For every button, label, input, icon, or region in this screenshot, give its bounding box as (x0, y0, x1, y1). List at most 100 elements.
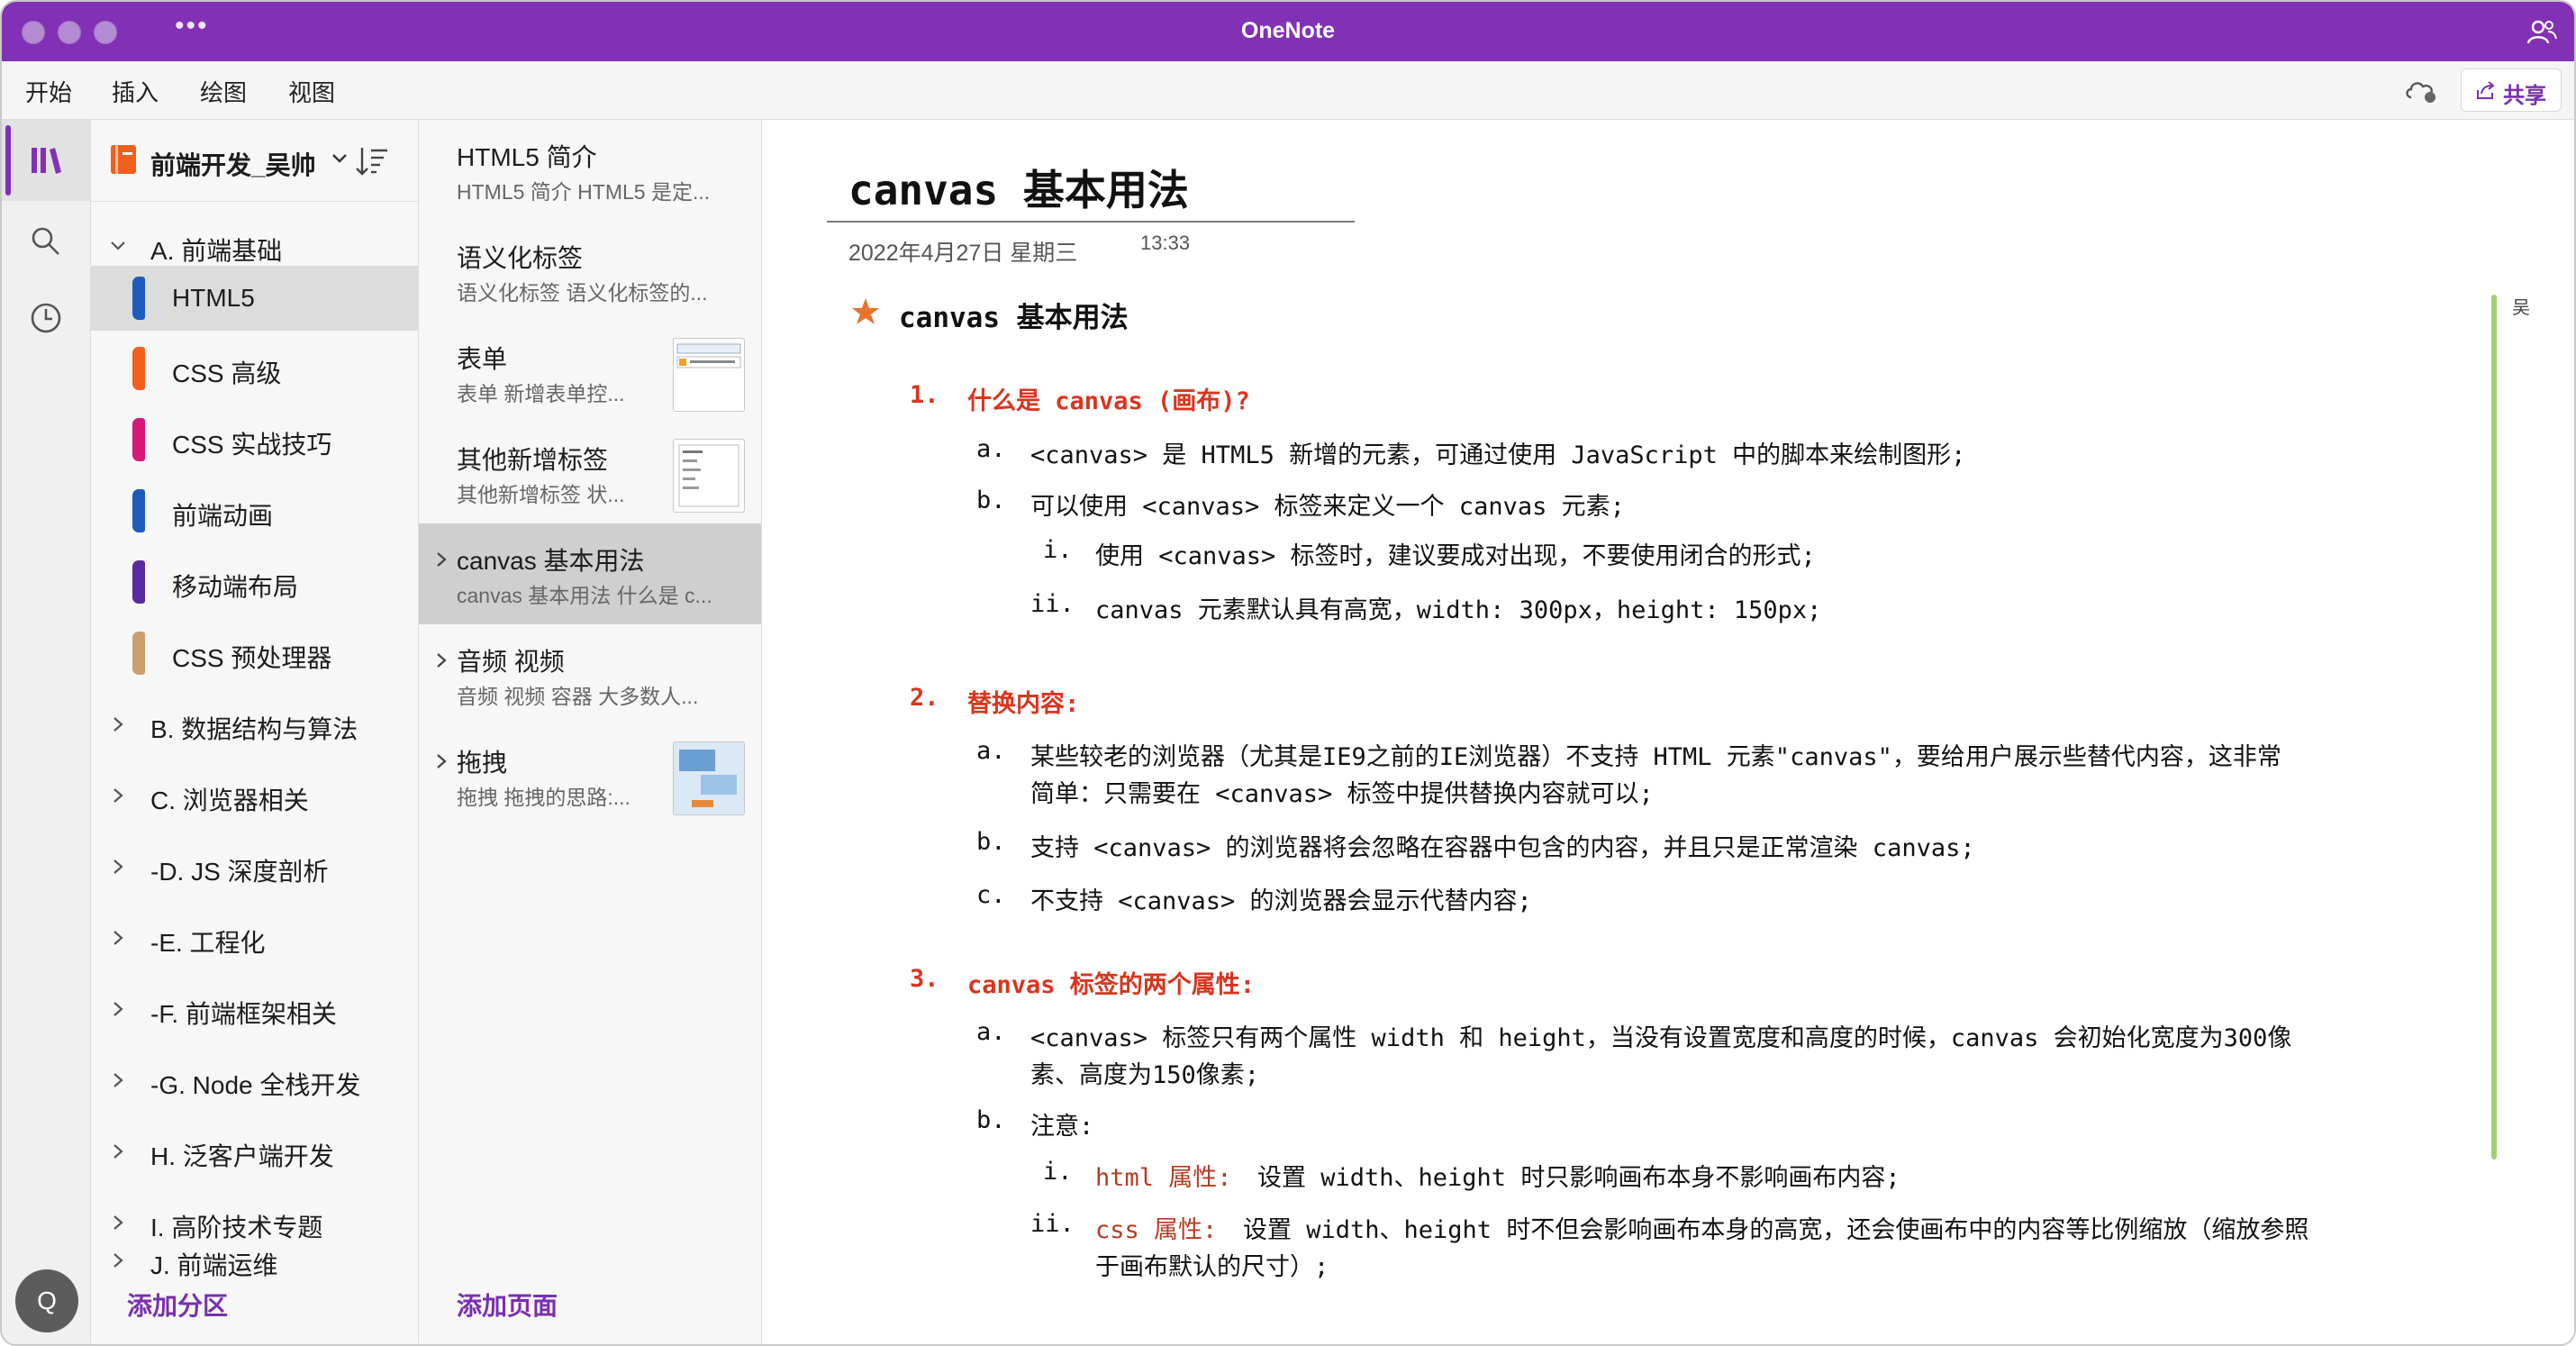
tab-home[interactable]: 开始 (25, 75, 72, 108)
section-group-label: J. 前端运维 (150, 1251, 278, 1279)
chevron-right-icon (113, 1073, 123, 1087)
section-group-label: -E. 工程化 (150, 929, 266, 957)
section-html5[interactable]: HTML5 (91, 266, 418, 331)
notebooks-icon (32, 148, 61, 174)
page-preview: 拖拽 拖拽的思路:... (457, 786, 630, 809)
section-css-advanced[interactable]: CSS 高级 (91, 336, 418, 401)
author-margin-bar (2491, 295, 2497, 1160)
share-label: 共享 (2503, 84, 2546, 108)
note-line[interactable]: 简单：只需要在 <canvas> 标签中提供替换内容就可以; (1030, 774, 1654, 809)
section-group-h[interactable]: H. 泛客户端开发 (91, 1119, 418, 1184)
note-line[interactable]: 注意: (1030, 1106, 1093, 1141)
onenote-window: ••• OneNote 开始 插入 绘图 视图 共享 Q 前端开发_吴帅 A. … (0, 0, 2576, 1346)
chevron-right-icon (113, 1253, 123, 1268)
section-1-title[interactable]: 什么是 canvas (画布)? (967, 381, 1250, 416)
list-letter: c. (976, 881, 1006, 909)
section-animation[interactable]: 前端动画 (91, 478, 418, 543)
note-line[interactable]: 设置 width、height 时不但会影响画布本身的高宽，还会使画布中的内容等… (1243, 1210, 2308, 1245)
section-2-title[interactable]: 替换内容: (967, 684, 1079, 719)
page-preview: 语义化标签 语义化标签的... (457, 281, 708, 305)
chevron-right-icon (113, 1144, 123, 1159)
note-line[interactable]: 某些较老的浏览器（尤其是IE9之前的IE浏览器）不支持 HTML 元素"canv… (1030, 737, 2281, 772)
notebook-header[interactable]: 前端开发_吴帅 (91, 120, 418, 202)
recent-clock-icon[interactable] (28, 300, 64, 336)
page-item-selected[interactable]: canvas 基本用法 canvas 基本用法 什么是 c... (419, 523, 761, 624)
page-title: 语义化标签 (457, 244, 584, 272)
chevron-right-icon (113, 1002, 123, 1016)
section-css-preprocessor[interactable]: CSS 预处理器 (91, 621, 418, 686)
section-label: 移动端布局 (172, 573, 299, 601)
share-button[interactable]: 共享 (2461, 68, 2562, 112)
note-line[interactable]: 设置 width、height 时只影响画布本身不影响画布内容; (1257, 1158, 1900, 1193)
section-group-label: A. 前端基础 (150, 237, 283, 265)
page-item[interactable]: 表单 表单 新增表单控... (419, 322, 761, 423)
note-label-html[interactable]: html 属性: (1095, 1158, 1232, 1193)
section-group-label: B. 数据结构与算法 (150, 715, 358, 743)
page-title: 音频 视频 (457, 648, 565, 676)
note-line[interactable]: 于画布默认的尺寸）; (1095, 1247, 1329, 1282)
section-group-d[interactable]: -D. JS 深度剖析 (91, 834, 418, 899)
important-star-icon (852, 298, 879, 324)
note-line[interactable]: 可以使用 <canvas> 标签来定义一个 canvas 元素; (1030, 487, 1625, 522)
section-mobile-layout[interactable]: 移动端布局 (91, 550, 418, 614)
cloud-sync-icon[interactable] (2403, 74, 2439, 106)
ribbon: 开始 插入 绘图 视图 共享 (2, 61, 2574, 120)
list-number: 2. (910, 684, 939, 712)
tab-view[interactable]: 视图 (288, 75, 335, 108)
note-line[interactable]: 支持 <canvas> 的浏览器将会忽略在容器中包含的内容，并且只是正常渲染 c… (1030, 828, 1975, 863)
people-icon[interactable] (2526, 16, 2558, 49)
page-title: canvas 基本用法 (457, 547, 645, 575)
page-item[interactable]: 音频 视频 音频 视频 容器 大多数人... (419, 624, 761, 725)
section-group-j[interactable]: J. 前端运维 (91, 1223, 418, 1287)
rail-selection-indicator (5, 125, 11, 196)
list-number: 1. (910, 381, 939, 409)
note-line[interactable]: 素、高度为150像素; (1030, 1055, 1259, 1090)
section-group-g[interactable]: -G. Node 全栈开发 (91, 1048, 418, 1113)
search-icon[interactable] (28, 223, 64, 259)
account-avatar[interactable]: Q (15, 1269, 78, 1332)
page-preview: 音频 视频 容器 大多数人... (457, 685, 699, 708)
page-item[interactable]: 拖拽 拖拽 拖拽的思路:... (419, 725, 761, 826)
sort-pages-icon[interactable] (353, 143, 391, 179)
add-page-button[interactable]: 添加页面 (457, 1287, 558, 1323)
section-group-f[interactable]: -F. 前端框架相关 (91, 977, 418, 1041)
chevron-right-icon (113, 717, 123, 732)
page-title: 表单 (457, 345, 508, 373)
page-title: 拖拽 (457, 749, 508, 777)
note-date: 2022年4月27日 星期三 (848, 241, 1078, 266)
note-canvas[interactable]: canvas 基本用法 2022年4月27日 星期三 13:33 canvas … (762, 120, 2574, 1344)
tab-insert[interactable]: 插入 (112, 75, 159, 108)
note-line[interactable]: 使用 <canvas> 标签时，建议要成对出现，不要使用闭合的形式; (1095, 536, 1816, 571)
note-line[interactable]: canvas 元素默认具有高宽，width: 300px，height: 150… (1095, 590, 1821, 625)
list-letter: a. (976, 435, 1006, 463)
section-color-tab (132, 632, 145, 675)
page-item[interactable]: 其他新增标签 其他新增标签 状... (419, 423, 761, 523)
section-3-title[interactable]: canvas 标签的两个属性: (967, 965, 1255, 1000)
section-css-tips[interactable]: CSS 实战技巧 (91, 407, 418, 472)
section-group-label: -D. JS 深度剖析 (150, 858, 329, 886)
section-color-tab (132, 418, 145, 461)
section-group-c[interactable]: C. 浏览器相关 (91, 763, 418, 828)
add-section-button[interactable]: 添加分区 (127, 1287, 228, 1323)
section-color-tab (132, 489, 145, 532)
notebooks-rail-button[interactable] (2, 120, 90, 201)
note-heading[interactable]: canvas 基本用法 (899, 295, 1129, 335)
note-label-css[interactable]: css 属性: (1095, 1210, 1217, 1245)
page-item[interactable]: 语义化标签 语义化标签 语义化标签的... (419, 221, 761, 322)
chevron-down-icon (332, 154, 347, 163)
section-group-b[interactable]: B. 数据结构与算法 (91, 692, 418, 757)
list-letter: b. (976, 828, 1006, 856)
page-item[interactable]: HTML5 简介 HTML5 简介 HTML5 是定... (419, 120, 761, 221)
page-preview: canvas 基本用法 什么是 c... (457, 584, 712, 607)
tags-thumbnail-image (678, 444, 739, 507)
note-line[interactable]: 不支持 <canvas> 的浏览器会显示代替内容; (1030, 881, 1532, 916)
note-line[interactable]: <canvas> 是 HTML5 新增的元素，可通过使用 JavaScript … (1030, 435, 1965, 470)
tab-draw[interactable]: 绘图 (200, 75, 247, 108)
form-thumbnail-image (676, 343, 741, 368)
page-title-heading[interactable]: canvas 基本用法 (848, 158, 1189, 217)
section-group-e[interactable]: -E. 工程化 (91, 905, 418, 970)
note-line[interactable]: <canvas> 标签只有两个属性 width 和 height，当没有设置宽度… (1030, 1018, 2291, 1053)
chevron-right-icon (437, 552, 447, 567)
drag-thumbnail-image (674, 742, 744, 814)
section-group-label: -G. Node 全栈开发 (150, 1071, 361, 1099)
